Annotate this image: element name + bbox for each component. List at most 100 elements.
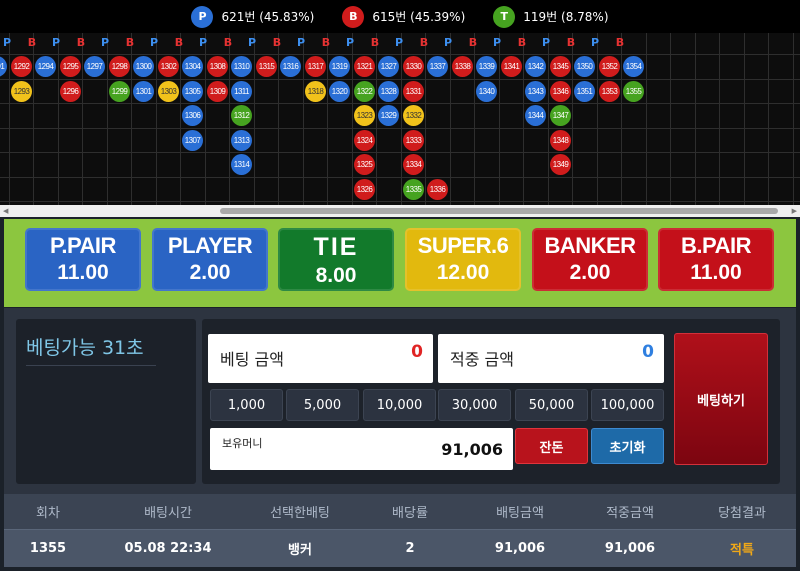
chip-100000-button[interactable]: 100,000 [591, 389, 664, 421]
road-ball: 1330 [403, 56, 424, 77]
road-header-letter: B [76, 36, 86, 49]
history-header: 회차 배팅시간 선택한배팅 배당률 배팅금액 적중금액 당첨결과 [4, 494, 796, 529]
place-bet-button[interactable]: 베팅하기 [674, 333, 768, 465]
bet-name: SUPER.6 [417, 233, 509, 258]
stats-bar: P 621번 (45.83%) B 615번 (45.39%) T 119번 (… [0, 0, 800, 33]
row-result: 적특 [730, 543, 754, 558]
road-ball: 1347 [550, 105, 571, 126]
road-header-letter: B [125, 36, 135, 49]
road-grid-line [670, 33, 671, 205]
road-header-letter: P [443, 36, 453, 49]
road-header-letter: B [419, 36, 429, 49]
road-grid-line [0, 103, 800, 104]
road-ball: 1324 [354, 130, 375, 151]
road-grid-line [474, 33, 475, 205]
scroll-left-icon[interactable]: ◀ [3, 205, 8, 217]
road-header-letter: P [345, 36, 355, 49]
bet-input-panel: 베팅 금액 0 적중 금액 0 1,000 5,000 10,000 30,00… [202, 319, 780, 484]
road-ball: 1329 [378, 105, 399, 126]
col-bet-time: 배팅시간 [144, 506, 192, 521]
road-ball: 1333 [403, 130, 424, 151]
stat-banker-text: 615번 (45.39%) [372, 10, 466, 24]
bet-odds: 8.00 [315, 264, 357, 287]
road-ball: 1339 [476, 56, 497, 77]
road-grid-line [156, 33, 157, 205]
road-ball: 1304 [182, 56, 203, 77]
bet-odds: 11.00 [690, 261, 742, 284]
road-header-letter: P [247, 36, 257, 49]
chip-5000-button[interactable]: 5,000 [286, 389, 359, 421]
stat-tie-text: 119번 (8.78%) [523, 10, 609, 24]
all-in-button[interactable]: 잔돈 [515, 428, 588, 464]
road-grid-line [303, 33, 304, 205]
bet-banker[interactable]: BANKER 2.00 [532, 228, 648, 291]
scroll-right-icon[interactable]: ▶ [792, 205, 797, 217]
road-ball: 1300 [133, 56, 154, 77]
balance-box: 보유머니 91,006 [210, 428, 513, 470]
col-odds: 배당률 [392, 506, 428, 521]
road-header-letter: B [517, 36, 527, 49]
road-ball: 1293 [11, 81, 32, 102]
road-header-letter: B [566, 36, 576, 49]
road-ball: 1299 [109, 81, 130, 102]
road-ball: 1334 [403, 154, 424, 175]
chip-50000-button[interactable]: 50,000 [515, 389, 588, 421]
road-ball: 1306 [182, 105, 203, 126]
road-ball: 1336 [427, 179, 448, 200]
road-header-letter: B [615, 36, 625, 49]
bet-banker-pair[interactable]: B.PAIR 11.00 [658, 228, 774, 291]
road-header-letter: B [321, 36, 331, 49]
road-ball: 1315 [256, 56, 277, 77]
road-ball: 1352 [599, 56, 620, 77]
col-round: 회차 [36, 506, 60, 521]
win-amount-label: 적중 금액 [450, 350, 514, 369]
bet-name: TIE [313, 233, 359, 261]
bet-amount-box: 베팅 금액 0 [208, 334, 433, 383]
road-ball: 1317 [305, 56, 326, 77]
road-grid-line [352, 33, 353, 205]
bet-odds: 2.00 [189, 261, 231, 284]
timer-text: 베팅가능 31초 [26, 337, 144, 359]
reset-button[interactable]: 초기화 [591, 428, 664, 464]
road-grid-line [0, 152, 800, 153]
road-grid-line [768, 33, 769, 205]
road-header-letter: P [296, 36, 306, 49]
bet-super-six[interactable]: SUPER.6 12.00 [405, 228, 521, 291]
road-header-letter: B [272, 36, 282, 49]
timer-divider [26, 365, 156, 366]
win-amount-value: 0 [642, 342, 654, 362]
row-selected-bet: 뱅커 [288, 543, 312, 558]
road-ball: 1297 [84, 56, 105, 77]
road-grid-line [744, 33, 745, 205]
road-header-letter: P [149, 36, 159, 49]
road-header-letter: P [492, 36, 502, 49]
road-ball: 1312 [231, 105, 252, 126]
road-grid-line [327, 33, 328, 205]
road-scrollbar[interactable]: ◀ ▶ [0, 205, 800, 217]
road-ball: 1348 [550, 130, 571, 151]
bet-player[interactable]: PLAYER 2.00 [152, 228, 268, 291]
road-header-letter: P [2, 36, 12, 49]
road-ball: 1320 [329, 81, 350, 102]
road-header-letter: P [394, 36, 404, 49]
road-ball: 1322 [354, 81, 375, 102]
chip-30000-button[interactable]: 30,000 [438, 389, 511, 421]
road-grid-line [523, 33, 524, 205]
bet-tie[interactable]: TIE 8.00 [278, 228, 394, 291]
tie-dot-icon: T [493, 5, 516, 28]
chip-10000-button[interactable]: 10,000 [363, 389, 436, 421]
road-grid-line [33, 33, 34, 205]
chip-1000-button[interactable]: 1,000 [210, 389, 283, 421]
baccarat-page: P 621번 (45.83%) B 615번 (45.39%) T 119번 (… [0, 0, 800, 571]
road-ball: 1332 [403, 105, 424, 126]
table-row: 1355 05.08 22:34 뱅커 2 91,006 91,006 적특 [4, 529, 796, 567]
bet-name: P.PAIR [50, 233, 116, 258]
road-header-letter: B [223, 36, 233, 49]
scroll-thumb[interactable] [220, 208, 778, 214]
road-grid-line [0, 54, 800, 55]
road-ball: 1319 [329, 56, 350, 77]
road-ball: 1309 [207, 81, 228, 102]
road-ball: 1337 [427, 56, 448, 77]
stat-player-text: 621번 (45.83%) [221, 10, 315, 24]
bet-player-pair[interactable]: P.PAIR 11.00 [25, 228, 141, 291]
